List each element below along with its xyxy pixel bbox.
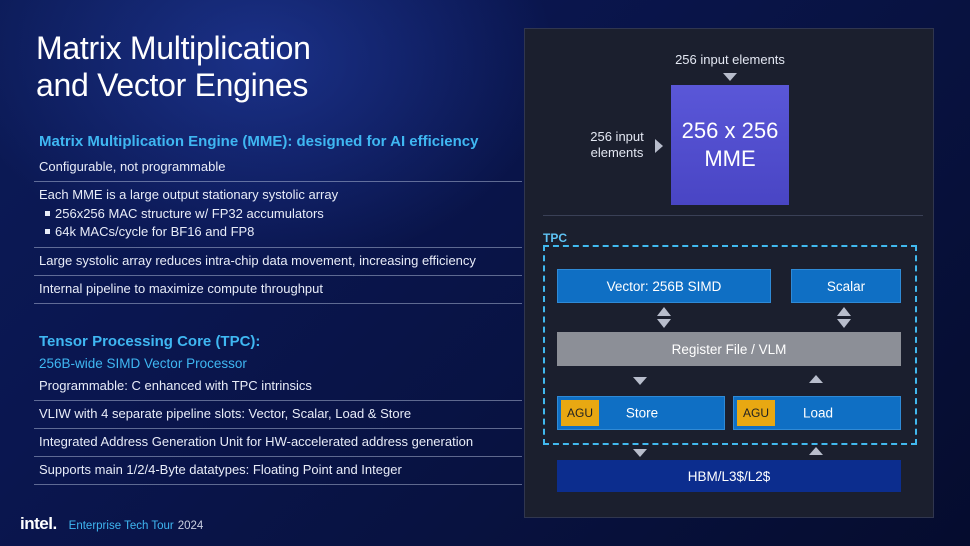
store-label: Store	[625, 405, 659, 421]
tpc-row-text: VLIW with 4 separate pipeline slots: Vec…	[39, 406, 412, 421]
mme-row: Each MME is a large output stationary sy…	[34, 182, 522, 248]
store-agu: AGU	[561, 400, 599, 426]
down-arrow-icon	[633, 377, 647, 385]
event-name: Enterprise Tech Tour	[68, 520, 174, 532]
tpc-row-text: Programmable: C enhanced with TPC intrin…	[39, 378, 312, 393]
mme-label-line-1: 256 x 256	[681, 118, 779, 143]
mme-heading: Matrix Multiplication Engine (MME): desi…	[39, 133, 479, 150]
up-arrow-icon	[809, 375, 823, 383]
mme-row-text: Configurable, not programmable	[39, 159, 226, 174]
vector-unit: Vector: 256B SIMD	[557, 269, 771, 303]
feature-list: Matrix Multiplication Engine (MME): desi…	[34, 130, 522, 485]
scalar-unit: Scalar	[791, 269, 901, 303]
mme-row: Large systolic array reduces intra-chip …	[34, 248, 522, 276]
down-arrow-icon	[723, 73, 737, 81]
title-line-2: and Vector Engines	[36, 67, 309, 103]
memory-block: HBM/L3$/L2$	[557, 460, 901, 492]
tpc-row-text: Integrated Address Generation Unit for H…	[39, 434, 474, 449]
tpc-row-text: Supports main 1/2/4-Byte datatypes: Floa…	[39, 462, 402, 477]
mme-label-line-2: MME	[704, 146, 756, 171]
mme-block: 256 x 256 MME	[671, 85, 789, 205]
load-label: Load	[802, 405, 834, 421]
mme-bullet-list: 256x256 MAC structure w/ FP32 accumulato…	[39, 205, 517, 241]
bidirectional-arrow-icon	[837, 307, 851, 329]
mme-row: Configurable, not programmable	[34, 154, 522, 182]
mme-row-text: Large systolic array reduces intra-chip …	[39, 253, 476, 268]
tpc-row: VLIW with 4 separate pipeline slots: Vec…	[34, 401, 522, 429]
side-input-label: 256 input elements	[581, 129, 653, 161]
tpc-row: Programmable: C enhanced with TPC intrin…	[34, 373, 522, 401]
side-input-line-2: elements	[590, 145, 644, 160]
top-input-label: 256 input elements	[675, 52, 785, 67]
side-input-line-1: 256 input	[590, 129, 644, 144]
mme-row-text: Each MME is a large output stationary sy…	[39, 187, 339, 202]
load-agu: AGU	[737, 400, 775, 426]
down-arrow-icon	[633, 449, 647, 457]
tpc-row: Supports main 1/2/4-Byte datatypes: Floa…	[34, 457, 522, 485]
intel-logo: intel.	[20, 514, 57, 533]
architecture-diagram: 256 input elements 256 input elements 25…	[524, 28, 934, 518]
mme-row-text: Internal pipeline to maximize compute th…	[39, 281, 323, 296]
register-file: Register File / VLM	[557, 332, 901, 366]
mme-bullet: 256x256 MAC structure w/ FP32 accumulato…	[39, 205, 517, 223]
right-arrow-icon	[655, 139, 663, 153]
mme-bullet: 64k MACs/cycle for BF16 and FP8	[39, 223, 517, 241]
tpc-subheading: 256B-wide SIMD Vector Processor	[39, 356, 247, 371]
footer: intel. Enterprise Tech Tour 2024	[20, 514, 203, 534]
bidirectional-arrow-icon	[657, 307, 671, 329]
divider	[543, 215, 923, 216]
title-line-1: Matrix Multiplication	[36, 30, 311, 66]
tpc-heading: Tensor Processing Core (TPC):	[39, 333, 261, 350]
event-year: 2024	[177, 520, 204, 532]
slide-title: Matrix Multiplication and Vector Engines	[36, 30, 311, 104]
tpc-row: Integrated Address Generation Unit for H…	[34, 429, 522, 457]
tpc-label: TPC	[543, 231, 567, 245]
mme-row: Internal pipeline to maximize compute th…	[34, 276, 522, 304]
up-arrow-icon	[809, 447, 823, 455]
